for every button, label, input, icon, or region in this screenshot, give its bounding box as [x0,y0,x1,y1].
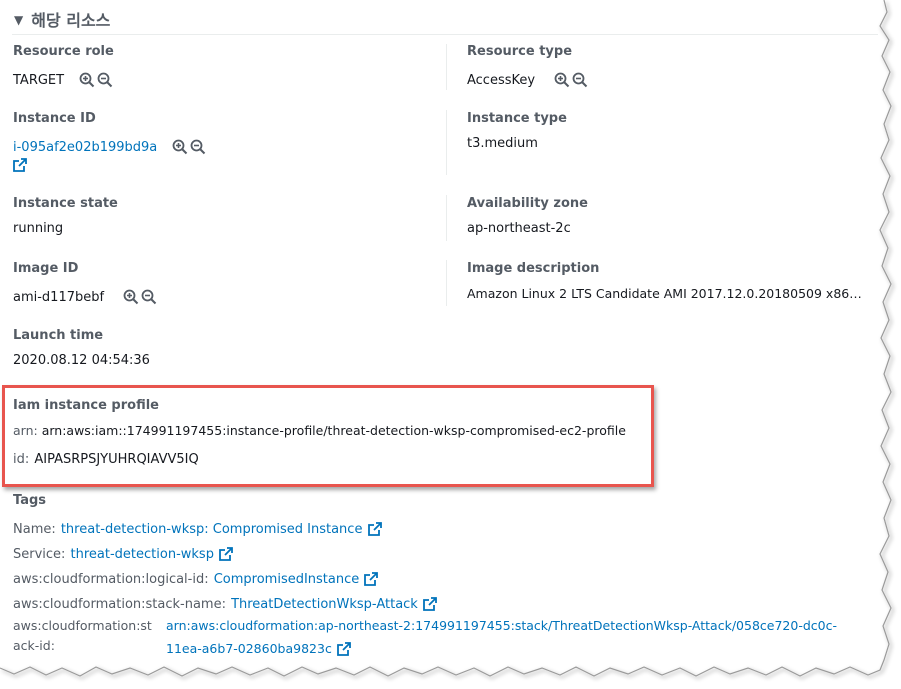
image-id-row: ami-d117bebf [13,286,157,305]
zoom-out-icon[interactable] [97,72,113,88]
tag-row: Name: threat-detection-wksp: Compromised… [13,518,382,537]
tag-value-link[interactable]: 11ea-a6b7-02860ba9823c [166,641,332,656]
instance-id-row: i-095af2e02b199bd9a [13,136,206,155]
zoom-in-icon[interactable] [172,139,188,155]
zoom-in-icon[interactable] [554,72,570,88]
tag-value-link[interactable]: CompromisedInstance [214,572,360,587]
resource-type-label: Resource type [467,44,573,59]
tag-value-link[interactable]: ThreatDetectionWksp-Attack [231,597,418,612]
zoom-controls [79,72,113,88]
iam-id-value: AIPASRPSJYUHRQIAVV5IQ [34,452,199,467]
tag-value-link[interactable]: threat-detection-wksp: Compromised Insta… [61,522,363,537]
zoom-out-icon[interactable] [572,72,588,88]
iam-id-row: id: AIPASRPSJYUHRQIAVV5IQ [13,448,199,467]
instance-state-label: Instance state [13,196,118,211]
launch-time-value: 2020.08.12 04:54:36 [13,353,150,368]
tag-value-line2-row: 11ea-a6b7-02860ba9823c [166,638,351,657]
tag-row: aws:cloudformation:logical-id: Compromis… [13,568,379,587]
external-link-icon[interactable] [423,596,437,611]
external-link-icon[interactable] [367,521,382,536]
instance-id-label: Instance ID [13,111,96,126]
external-link-icon[interactable] [364,571,379,586]
zoom-out-icon[interactable] [190,139,206,155]
instance-state-value: running [13,221,64,236]
column-divider [446,195,447,241]
image-description-label: Image description [467,261,600,276]
section-title: 해당 리소스 [31,11,111,30]
tag-row: Service: threat-detection-wksp [13,543,233,562]
tag-key: aws:cloudformation:logical-id: [13,572,209,587]
launch-time-label: Launch time [13,328,104,343]
column-divider [446,260,447,306]
tag-key: aws:cloudformation:stack-name: [13,597,226,612]
image-id-value: ami-d117bebf [13,290,105,305]
resource-type-value: AccessKey [467,73,536,88]
resource-role-row: TARGET [13,69,113,88]
instance-id-link[interactable]: i-095af2e02b199bd9a [13,140,157,155]
zoom-in-icon[interactable] [123,289,139,305]
tag-key-line1: aws:cloudformation:st [13,618,152,633]
external-link-icon[interactable] [219,546,233,561]
resource-type-row: AccessKey [467,69,588,88]
iam-id-key: id: [13,452,30,467]
tag-key: Service: [13,547,66,562]
tag-key: Name: [13,522,56,537]
tag-value-link[interactable]: threat-detection-wksp [71,547,214,562]
zoom-in-icon[interactable] [79,72,95,88]
image-id-label: Image ID [13,261,79,276]
section-header[interactable]: ▼ 해당 리소스 [14,7,110,31]
external-link-icon[interactable] [337,641,351,656]
instance-type-label: Instance type [467,111,567,126]
availability-zone-label: Availability zone [467,196,588,211]
tag-value-link[interactable]: arn:aws:cloudformation:ap-northeast-2:17… [166,618,837,633]
header-divider [12,34,878,35]
zoom-controls [172,139,206,155]
external-link-icon[interactable] [13,158,27,172]
resource-role-label: Resource role [13,44,114,59]
iam-profile-label: Iam instance profile [13,398,159,413]
image-description-value: Amazon Linux 2 LTS Candidate AMI 2017.12… [467,286,862,301]
zoom-controls [123,289,157,305]
caret-down-icon: ▼ [14,13,24,27]
resource-role-value: TARGET [13,73,65,88]
tags-label: Tags [13,493,47,508]
instance-type-value: t3.medium [467,136,538,151]
iam-arn-value: arn:aws:iam::174991197455:instance-profi… [41,423,626,438]
zoom-out-icon[interactable] [141,289,157,305]
column-divider [446,110,447,175]
tag-row: aws:cloudformation:stack-name: ThreatDet… [13,593,437,612]
availability-zone-value: ap-northeast-2c [467,221,571,236]
tag-key-line2: ack-id: [13,638,55,653]
column-divider [446,44,447,90]
zoom-controls [554,72,588,88]
iam-arn-key: arn: [13,423,38,438]
iam-arn-row: arn: arn:aws:iam::174991197455:instance-… [13,423,626,438]
